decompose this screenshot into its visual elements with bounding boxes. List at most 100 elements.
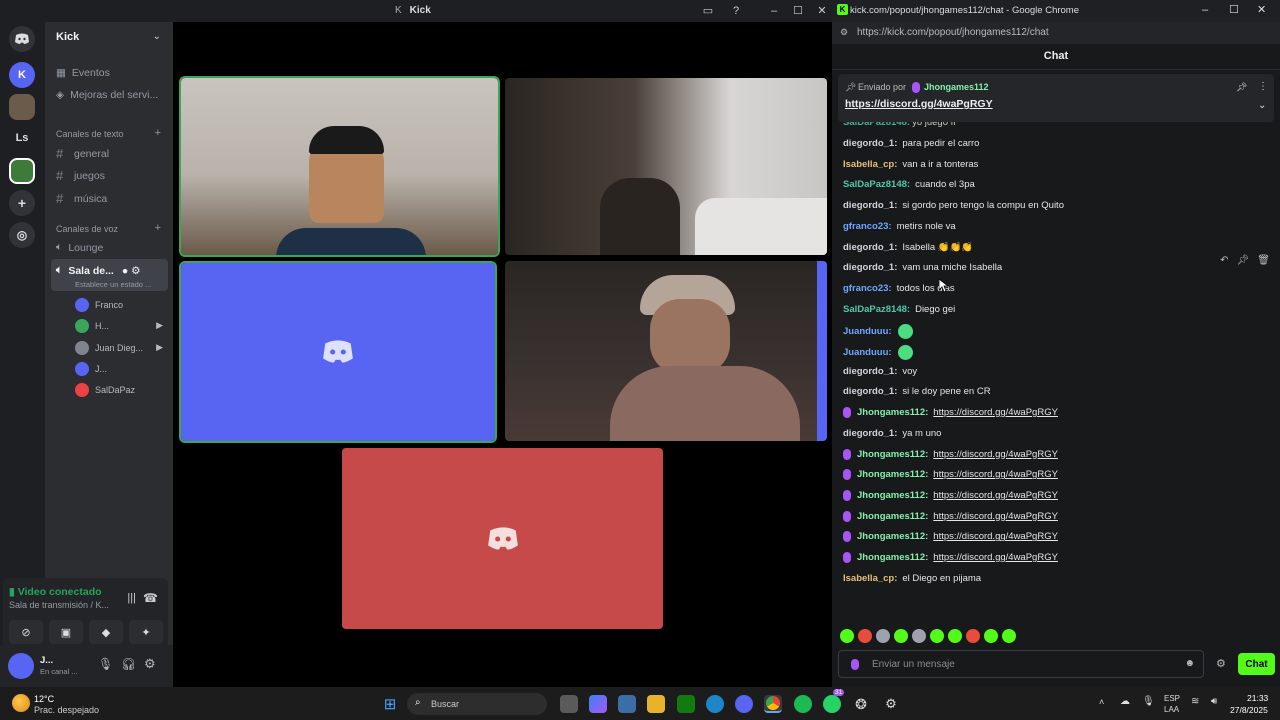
discord-icon[interactable] [735, 695, 753, 713]
chat-link[interactable]: https://discord.gg/4waPgRGY [933, 531, 1058, 542]
send-chat-button[interactable]: Chat [1238, 653, 1275, 675]
voice-channel-lounge[interactable]: 🔈︎ Lounge [56, 241, 103, 254]
sidebar-item-boosts[interactable]: ◈ Mejoras del servi... [56, 89, 158, 101]
emote-icon[interactable] [1002, 629, 1016, 643]
activities-button[interactable]: ◆ [89, 620, 123, 644]
video-tile-cam-1[interactable] [179, 76, 500, 257]
reply-icon[interactable]: ↶ [1220, 255, 1228, 266]
emote-icon[interactable] [966, 629, 980, 643]
spotify-icon[interactable] [794, 695, 812, 713]
more-options-icon[interactable]: ⋮ [1258, 81, 1268, 92]
close-button[interactable]: ✕ [1257, 3, 1266, 16]
text-category[interactable]: Canales de texto [56, 129, 124, 139]
screen-share-button[interactable]: ▣ [49, 620, 83, 644]
channel-musica[interactable]: # música [56, 191, 107, 206]
pinned-author[interactable]: Jhongames112 [924, 82, 989, 92]
server-ls[interactable]: Ls [9, 125, 35, 151]
url-text[interactable]: https://kick.com/popout/jhongames112/cha… [857, 27, 1049, 38]
chat-settings-icon[interactable]: ⚙ [1216, 657, 1226, 670]
chat-link[interactable]: https://discord.gg/4waPgRGY [933, 469, 1058, 480]
close-button[interactable]: ✕ [814, 3, 830, 19]
chat-username[interactable]: diegordo_1: [843, 138, 897, 149]
chat-messages[interactable]: SalDaPaz8148: yo juego ff diegordo_1: par… [843, 117, 1273, 588]
chat-username[interactable]: gfranco23: [843, 221, 892, 232]
emote-icon[interactable] [876, 629, 890, 643]
chrome-icon[interactable] [764, 695, 782, 713]
emote-icon[interactable] [858, 629, 872, 643]
chat-username[interactable]: Jhongames112: [857, 511, 928, 522]
video-tile-avatar-blue[interactable] [179, 261, 497, 443]
sidebar-item-events[interactable]: ▦ Eventos [56, 67, 110, 79]
edge-icon[interactable] [706, 695, 724, 713]
address-bar[interactable]: ⚙ https://kick.com/popout/jhongames112/c… [832, 22, 1280, 44]
chat-username[interactable]: gfranco23: [843, 283, 892, 294]
chat-username[interactable]: Isabella_cp: [843, 159, 897, 170]
channel-status[interactable]: Establece un estado ... [75, 280, 151, 289]
chevron-down-icon[interactable]: ⌄ [1258, 100, 1266, 111]
chat-username[interactable]: diegordo_1: [843, 262, 897, 273]
voice-user[interactable]: J... [75, 362, 107, 376]
emote-icon[interactable] [894, 629, 908, 643]
language-indicator[interactable]: ESP [1164, 694, 1180, 703]
volume-icon[interactable]: 🔊︎ [1211, 696, 1217, 707]
voice-user[interactable]: Franco [75, 298, 123, 312]
voice-user[interactable]: SalDaPaz [75, 383, 135, 397]
video-tile-cam-4[interactable] [505, 261, 827, 441]
chat-link[interactable]: https://discord.gg/4waPgRGY [933, 490, 1058, 501]
headphones-icon[interactable]: 🎧︎ [121, 657, 136, 671]
inbox-icon[interactable]: ▭ [700, 3, 716, 19]
tray-mic-icon[interactable]: 🎙︎ [1142, 696, 1155, 707]
chat-username[interactable]: Jhongames112: [857, 531, 928, 542]
windows-start-icon[interactable]: ⊞ [381, 695, 399, 713]
emoji-picker-icon[interactable]: ☻ [1184, 658, 1195, 669]
store-icon[interactable] [618, 695, 636, 713]
mic-icon[interactable]: 🎙︎ [98, 657, 113, 671]
chatgpt-icon[interactable]: ❂ [852, 695, 870, 713]
chevron-down-icon[interactable]: ⌄ [153, 31, 161, 42]
chat-input-placeholder[interactable]: Enviar un mensaje [872, 659, 955, 670]
emote-icon[interactable] [948, 629, 962, 643]
chat-link[interactable]: https://discord.gg/4waPgRGY [933, 407, 1058, 418]
voice-user[interactable]: H... [75, 319, 109, 333]
chat-username[interactable]: diegordo_1: [843, 386, 897, 397]
chat-username[interactable]: diegordo_1: [843, 242, 897, 253]
chat-input[interactable]: Enviar un mensaje ☻ [838, 650, 1204, 678]
add-voice-channel-icon[interactable]: + [155, 222, 161, 234]
chat-username[interactable]: diegordo_1: [843, 200, 897, 211]
maximize-button[interactable]: ☐ [790, 3, 806, 19]
add-server-icon[interactable]: + [9, 190, 35, 216]
xbox-icon[interactable] [677, 695, 695, 713]
voice-channel-sala[interactable]: 🔈︎ Sala de... ● ⚙ [56, 264, 141, 277]
site-info-icon[interactable]: ⚙ [840, 27, 848, 38]
chat-username[interactable]: Juanduuu: [843, 326, 892, 337]
voice-location[interactable]: Sala de transmisión / K... [9, 600, 109, 610]
emote-icon[interactable] [930, 629, 944, 643]
chat-username[interactable]: Jhongames112: [857, 490, 928, 501]
tray-chevron-icon[interactable]: ˄ [1099, 697, 1104, 707]
server-name[interactable]: Kick [56, 31, 79, 43]
chat-link[interactable]: https://discord.gg/4waPgRGY [933, 511, 1058, 522]
help-icon[interactable]: ? [728, 3, 744, 19]
whatsapp-icon[interactable]: 31 [823, 689, 845, 713]
soundboard-button[interactable]: ✦ [129, 620, 163, 644]
minimize-button[interactable]: – [766, 3, 782, 19]
noise-suppression-icon[interactable]: ||| [127, 592, 136, 604]
chat-username[interactable]: Juanduuu: [843, 347, 892, 358]
weather-icon[interactable] [12, 694, 30, 712]
channel-general[interactable]: # general [56, 146, 109, 161]
add-text-channel-icon[interactable]: + [155, 127, 161, 139]
user-avatar[interactable] [8, 653, 34, 679]
camera-off-button[interactable]: ⊘ [9, 620, 43, 644]
chat-username[interactable]: diegordo_1: [843, 366, 897, 377]
voice-user[interactable]: Juan Dieg... [75, 341, 143, 355]
settings-app-icon[interactable]: ⚙ [882, 695, 900, 713]
chat-link[interactable]: https://discord.gg/4waPgRGY [933, 552, 1058, 563]
settings-icon[interactable]: ⚙ [144, 656, 156, 672]
delete-icon[interactable]: 🗑︎ [1257, 255, 1270, 266]
wifi-icon[interactable]: ≋ [1191, 696, 1199, 707]
clock-time[interactable]: 21:33 [1247, 693, 1268, 703]
discover-icon[interactable]: ◎ [9, 222, 35, 248]
taskbar-search[interactable]: ⌕ Buscar [407, 693, 547, 715]
pin-icon[interactable]: 📌︎ [1236, 255, 1249, 266]
chat-username[interactable]: Isabella_cp: [843, 573, 897, 584]
